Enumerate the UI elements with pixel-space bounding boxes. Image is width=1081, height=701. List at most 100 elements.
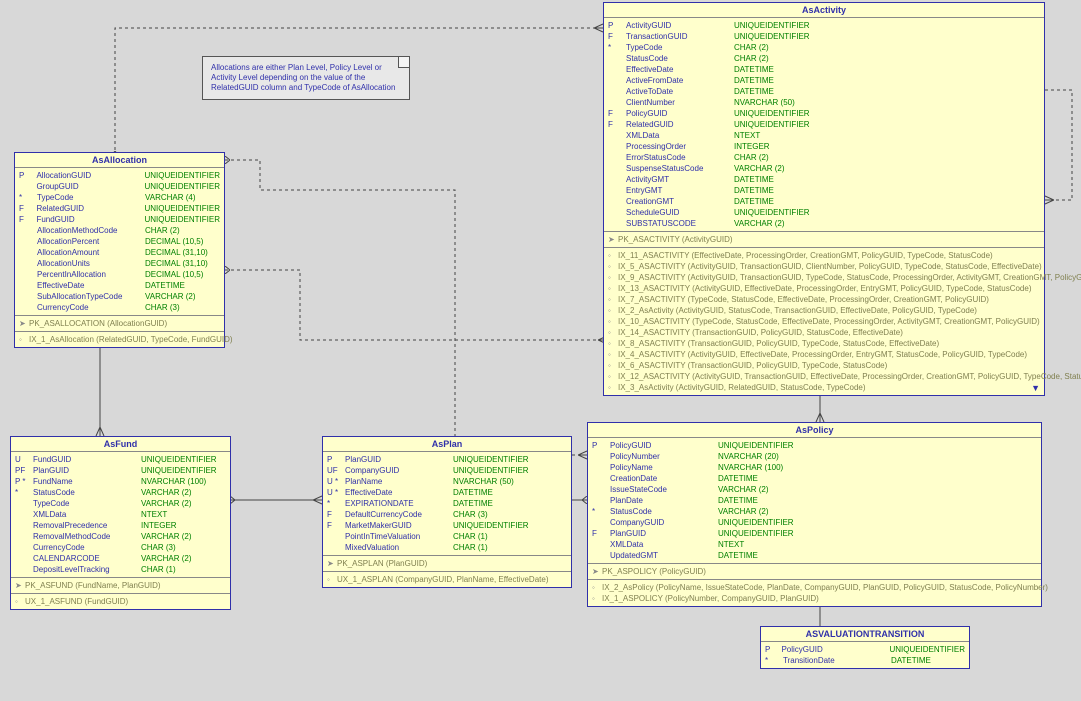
column-key <box>592 517 610 528</box>
column-name: SuspenseStatusCode <box>626 163 726 174</box>
column-row: RemovalPrecedenceINTEGER <box>15 520 226 531</box>
column-row: P *FundNameNVARCHAR (100) <box>15 476 226 487</box>
column-name: TypeCode <box>33 498 133 509</box>
column-row: TypeCodeVARCHAR (2) <box>15 498 226 509</box>
column-key: F <box>327 520 345 531</box>
column-row: ClientNumberNVARCHAR (50) <box>608 97 1040 108</box>
index-icon: ◦ <box>608 349 618 360</box>
column-type: VARCHAR (2) <box>710 484 769 495</box>
column-name: AllocationMethodCode <box>37 225 137 236</box>
column-row: *TypeCodeCHAR (2) <box>608 42 1040 53</box>
column-key <box>15 542 33 553</box>
column-type: CHAR (1) <box>445 531 488 542</box>
column-row: IssueStateCodeVARCHAR (2) <box>592 484 1037 495</box>
column-type: NVARCHAR (50) <box>726 97 795 108</box>
index-icon: ◦ <box>608 250 618 261</box>
entity-indexes: ◦IX_2_AsPolicy (PolicyName, IssueStateCo… <box>588 579 1041 606</box>
column-type: NTEXT <box>710 539 744 550</box>
column-row: PPolicyGUIDUNIQUEIDENTIFIER <box>765 644 965 655</box>
index-row: ◦IX_4_ASACTIVITY (ActivityGUID, Effectiv… <box>608 349 1040 360</box>
column-key <box>19 280 37 291</box>
column-type: VARCHAR (2) <box>710 506 769 517</box>
column-type: UNIQUEIDENTIFIER <box>726 119 810 130</box>
column-key: F <box>327 509 345 520</box>
index-row: ◦IX_10_ASACTIVITY (TypeCode, StatusCode,… <box>608 316 1040 327</box>
index-text: IX_12_ASACTIVITY (ActivityGUID, Transact… <box>618 372 1081 381</box>
column-key: P <box>327 454 345 465</box>
column-type: CHAR (2) <box>726 152 769 163</box>
column-name: XMLData <box>626 130 726 141</box>
column-key <box>592 484 610 495</box>
index-text: IX_1_AsAllocation (RelatedGUID, TypeCode… <box>29 335 233 344</box>
column-key <box>608 185 626 196</box>
entity-title: AsActivity <box>604 3 1044 18</box>
column-key <box>15 564 33 575</box>
column-row: ActiveFromDateDATETIME <box>608 75 1040 86</box>
column-type: UNIQUEIDENTIFIER <box>136 181 220 192</box>
index-text: IX_1_ASPOLICY (PolicyNumber, CompanyGUID… <box>602 594 819 603</box>
column-type: CHAR (3) <box>137 302 180 313</box>
column-type: UNIQUEIDENTIFIER <box>726 108 810 119</box>
index-row: ◦IX_13_ASACTIVITY (ActivityGUID, Effecti… <box>608 283 1040 294</box>
column-name: PolicyNumber <box>610 451 710 462</box>
column-type: CHAR (2) <box>726 42 769 53</box>
column-key: U * <box>327 487 345 498</box>
column-name: FundGUID <box>36 214 136 225</box>
column-key: P <box>765 644 781 655</box>
entity-indexes: ◦UX_1_ASPLAN (CompanyGUID, PlanName, Eff… <box>323 571 571 587</box>
column-name: PointInTimeValuation <box>345 531 445 542</box>
column-row: AllocationPercentDECIMAL (10,5) <box>19 236 220 247</box>
note-text: Allocations are either Plan Level, Polic… <box>211 63 395 92</box>
column-key <box>608 196 626 207</box>
index-text: IX_10_ASACTIVITY (TypeCode, StatusCode, … <box>618 317 1040 326</box>
column-key: PF <box>15 465 33 476</box>
entity-asallocation[interactable]: AsAllocation PAllocationGUIDUNIQUEIDENTI… <box>14 152 225 348</box>
column-name: IssueStateCode <box>610 484 710 495</box>
allocation-note: Allocations are either Plan Level, Polic… <box>202 56 410 100</box>
index-icon: ◦ <box>592 593 602 604</box>
column-name: CurrencyCode <box>37 302 137 313</box>
index-row: ◦IX_11_ASACTIVITY (EffectiveDate, Proces… <box>608 250 1040 261</box>
index-row: ◦UX_1_ASFUND (FundGUID) <box>15 596 226 607</box>
entity-asfund[interactable]: AsFund UFundGUIDUNIQUEIDENTIFIERPFPlanGU… <box>10 436 231 610</box>
column-type: VARCHAR (2) <box>133 498 192 509</box>
column-type: VARCHAR (2) <box>133 553 192 564</box>
index-icon: ◦ <box>608 305 618 316</box>
column-row: U *EffectiveDateDATETIME <box>327 487 567 498</box>
entity-aspolicy[interactable]: AsPolicy PPolicyGUIDUNIQUEIDENTIFIERPoli… <box>587 422 1042 607</box>
column-type: NVARCHAR (50) <box>445 476 514 487</box>
column-name: AllocationGUID <box>36 170 136 181</box>
column-name: PercentInAllocation <box>37 269 137 280</box>
column-row: *StatusCodeVARCHAR (2) <box>592 506 1037 517</box>
column-type: UNIQUEIDENTIFIER <box>710 440 794 451</box>
column-row: XMLDataNTEXT <box>608 130 1040 141</box>
column-row: ActiveToDateDATETIME <box>608 86 1040 97</box>
column-name: RemovalMethodCode <box>33 531 133 542</box>
column-key: * <box>765 655 783 666</box>
column-row: CreationGMTDATETIME <box>608 196 1040 207</box>
entity-asvaluationtransition[interactable]: ASVALUATIONTRANSITION PPolicyGUIDUNIQUEI… <box>760 626 970 669</box>
column-type: DATETIME <box>726 185 774 196</box>
column-row: ScheduleGUIDUNIQUEIDENTIFIER <box>608 207 1040 218</box>
entity-asplan[interactable]: AsPlan PPlanGUIDUNIQUEIDENTIFIERUFCompan… <box>322 436 572 588</box>
column-name: AllocationPercent <box>37 236 137 247</box>
column-type: CHAR (1) <box>133 564 176 575</box>
column-name: DepositLevelTracking <box>33 564 133 575</box>
column-type: DECIMAL (10,5) <box>137 236 203 247</box>
index-row: ◦IX_6_ASACTIVITY (TransactionGUID, Polic… <box>608 360 1040 371</box>
column-row: AllocationUnitsDECIMAL (31,10) <box>19 258 220 269</box>
column-row: AllocationAmountDECIMAL (31,10) <box>19 247 220 258</box>
column-row: EffectiveDateDATETIME <box>19 280 220 291</box>
entity-asactivity[interactable]: AsActivity PActivityGUIDUNIQUEIDENTIFIER… <box>603 2 1045 396</box>
column-key: UF <box>327 465 345 476</box>
column-key <box>19 181 36 192</box>
scroll-down-icon[interactable]: ▼ <box>1031 383 1040 393</box>
column-name: DefaultCurrencyCode <box>345 509 445 520</box>
column-name: ProcessingOrder <box>626 141 726 152</box>
column-key: * <box>327 498 345 509</box>
column-key <box>15 509 33 520</box>
column-name: CreationGMT <box>626 196 726 207</box>
entity-title: AsFund <box>11 437 230 452</box>
index-icon: ◦ <box>608 338 618 349</box>
column-type: DECIMAL (31,10) <box>137 247 208 258</box>
